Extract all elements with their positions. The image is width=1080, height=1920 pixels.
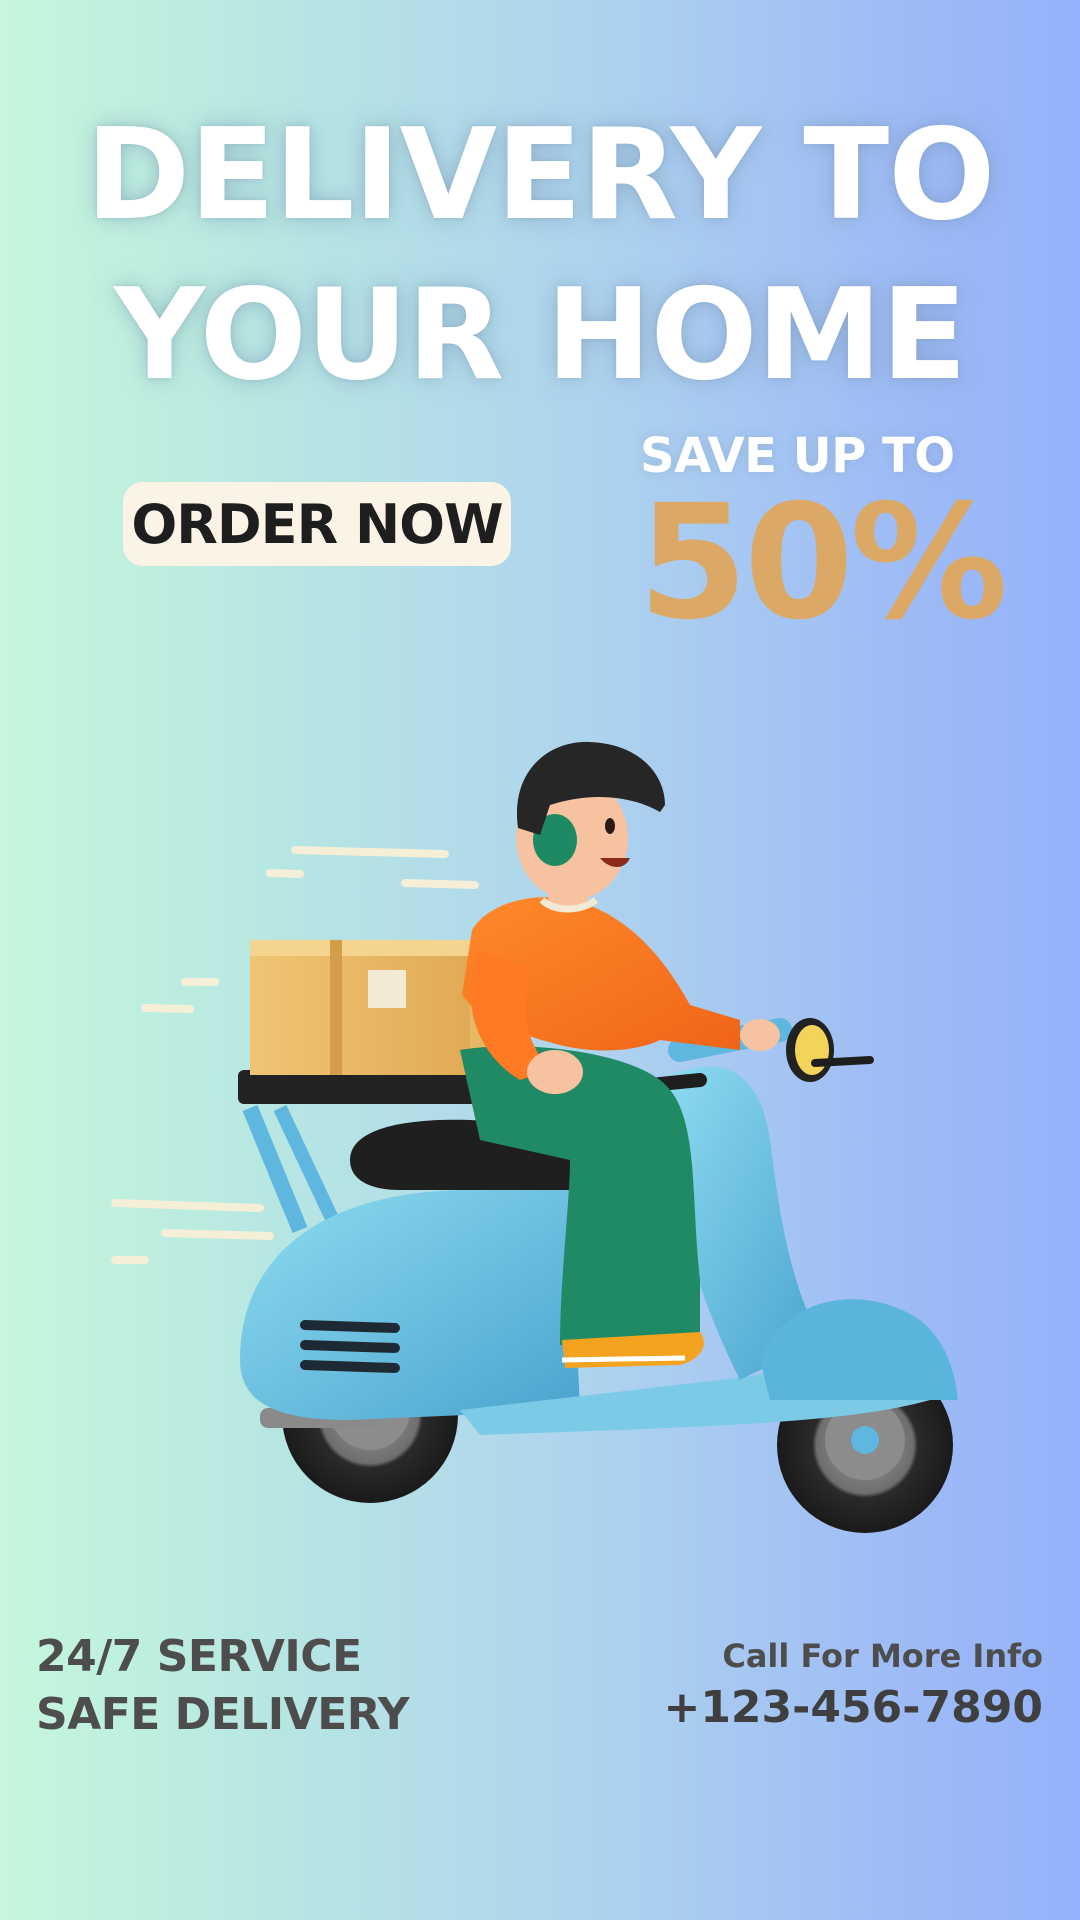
contact-block: Call For More Info +123-456-7890 [663, 1633, 1043, 1737]
discount-percent: 50% [638, 471, 1008, 655]
headline: DELIVERY TO YOUR HOME [0, 95, 1080, 415]
order-now-button[interactable]: ORDER NOW [123, 482, 511, 566]
delivery-scooter-icon [111, 741, 958, 1533]
phone-number[interactable]: +123-456-7890 [663, 1679, 1043, 1737]
headline-line-1: DELIVERY TO [85, 101, 996, 248]
call-info-label: Call For More Info [722, 1637, 1043, 1675]
headline-line-2: YOUR HOME [113, 261, 967, 408]
feature-safe-delivery: SAFE DELIVERY [36, 1689, 410, 1740]
package-box [250, 940, 480, 1075]
feature-24-7: 24/7 SERVICE [36, 1631, 362, 1682]
service-features: 24/7 SERVICE SAFE DELIVERY [36, 1628, 410, 1744]
